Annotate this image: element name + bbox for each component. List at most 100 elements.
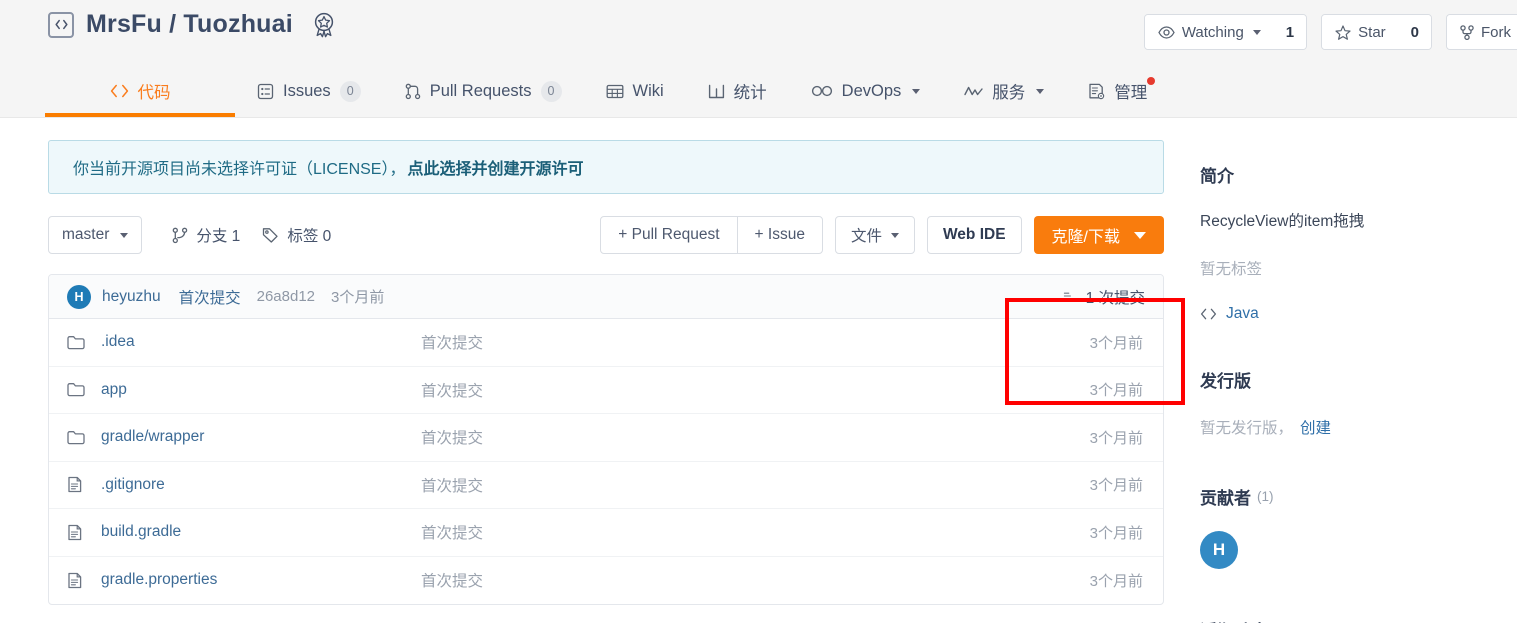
repo-toolbar-actions: + Pull Request + Issue 文件 Web IDE 克隆/下载 [600,216,1164,254]
repo-nav-tabs: 代码 Issues 0 Pull Requests 0 Wiki 统计 DevO… [45,65,1169,117]
tab-devops[interactable]: DevOps [789,65,943,117]
tab-issues-label: Issues [283,81,331,100]
table-row[interactable]: gradle.properties 首次提交 3个月前 [49,557,1163,605]
repo-meta-links: 分支 1 标签 0 [172,224,331,246]
table-row[interactable]: .idea 首次提交 3个月前 [49,319,1163,367]
file-commit-message: 首次提交 [421,573,484,591]
tab-statistics[interactable]: 统计 [686,65,789,117]
about-section-title: 简介 [1200,167,1234,186]
tags-link[interactable]: 标签 0 [262,224,331,246]
code-brackets-icon [48,11,74,38]
file-commit-message: 首次提交 [421,477,484,495]
commit-history-icon [1060,288,1077,305]
table-row[interactable]: build.gradle 首次提交 3个月前 [49,509,1163,557]
branch-selector[interactable]: master [48,216,143,254]
tab-services[interactable]: 服务 [942,65,1066,117]
file-icon [67,524,87,541]
file-commit-time: 3个月前 [1089,572,1143,590]
file-commit-message: 首次提交 [421,430,484,448]
wiki-icon [606,84,624,99]
star-label: Star [1358,23,1386,41]
tab-pull-requests[interactable]: Pull Requests 0 [383,65,584,117]
eye-icon [1158,25,1175,39]
notification-dot-icon [1147,77,1156,85]
contributors-section-header: 贡献者 (1) 全部 [1200,484,1517,509]
repo-title-row: MrsFu / Tuozhuai [48,10,337,39]
header-actions: Watching 1 Star 0 Fork [1143,14,1517,50]
web-ide-button[interactable]: Web IDE [926,216,1022,254]
no-tags-text: 暂无标签 [1200,261,1263,278]
table-row[interactable]: gradle/wrapper 首次提交 3个月前 [49,414,1163,462]
watch-label: Watching [1181,23,1244,41]
chevron-down-icon [912,88,921,94]
branches-link[interactable]: 分支 1 [172,224,240,246]
fork-button[interactable]: Fork [1447,15,1517,49]
page-title[interactable]: MrsFu / Tuozhuai [86,10,293,39]
avatar[interactable]: H [1200,531,1238,569]
commit-message-link[interactable]: 首次提交 [179,286,241,308]
clone-download-button[interactable]: 克隆/下载 [1033,216,1164,254]
branch-selector-label: master [62,226,110,243]
tab-code[interactable]: 代码 [45,65,235,117]
file-commit-time: 3个月前 [1089,524,1143,542]
new-pull-request-button[interactable]: + Pull Request [601,217,736,253]
commit-sha[interactable]: 26a8d12 [257,288,315,305]
commit-time: 3个月前 [331,289,385,306]
chevron-down-icon [120,232,129,238]
chart-icon [708,84,725,99]
award-badge-icon [311,11,337,39]
repo-toolbar: master 分支 1 标签 0 + Pull Request + Issue … [48,216,1164,254]
create-button-group: + Pull Request + Issue [600,216,823,254]
table-row[interactable]: .gitignore 首次提交 3个月前 [49,462,1163,509]
file-name-link[interactable]: .gitignore [101,476,421,494]
commit-author-link[interactable]: heyuzhu [102,288,161,306]
file-commit-time: 3个月前 [1089,429,1143,447]
star-button-group: Star 0 [1321,14,1432,50]
latest-commit-bar: H heyuzhu 首次提交 26a8d12 3个月前 1 次提交 [49,275,1163,319]
contributors-list: H [1200,531,1517,569]
create-release-link[interactable]: 创建 [1300,416,1331,438]
file-commit-time: 3个月前 [1089,477,1143,495]
code-icon [110,84,129,98]
tab-code-label: 代码 [137,84,171,102]
file-name-link[interactable]: app [101,381,421,399]
about-description: RecycleView的item拖拽 [1200,213,1365,230]
file-icon [67,572,87,589]
commit-count-label: 1 次提交 [1085,289,1145,307]
new-issue-button[interactable]: + Issue [736,217,822,253]
chevron-down-icon [1134,231,1146,239]
table-row[interactable]: app 首次提交 3个月前 [49,367,1163,414]
file-icon [67,476,87,493]
license-notice-banner: 你当前开源项目尚未选择许可证（LICENSE）， 点此选择并创建开源许可 [48,140,1164,194]
chevron-down-icon [1252,29,1261,35]
tags-label: 标签 0 [287,228,332,245]
tab-wiki[interactable]: Wiki [584,65,686,117]
file-commit-time: 3个月前 [1089,334,1143,352]
branch-icon [172,227,188,244]
file-name-link[interactable]: gradle.properties [101,571,421,589]
file-name-link[interactable]: gradle/wrapper [101,428,421,446]
commit-count-link[interactable]: 1 次提交 [1060,286,1145,308]
tab-issues[interactable]: Issues 0 [235,65,383,117]
star-button[interactable]: Star [1322,15,1399,49]
license-create-link[interactable]: 点此选择并创建开源许可 [407,155,583,179]
chevron-down-icon [1036,88,1045,94]
files-dropdown-button[interactable]: 文件 [834,216,915,254]
issue-icon [257,83,274,100]
file-name-link[interactable]: .idea [101,333,421,351]
repo-header: MrsFu / Tuozhuai Watching 1 Star 0 Fork … [0,0,1517,118]
tab-manage[interactable]: 管理 [1066,65,1169,117]
folder-icon [67,382,87,397]
watch-button[interactable]: Watching [1144,15,1274,49]
file-name-link[interactable]: build.gradle [101,523,421,541]
file-commit-time: 3个月前 [1089,382,1143,400]
infinity-icon [811,85,833,97]
contributors-section-title: 贡献者 [1200,489,1251,508]
license-notice-text: 你当前开源项目尚未选择许可证（LICENSE）， [73,161,406,178]
primary-language[interactable]: Java [1200,305,1517,323]
releases-empty-state: 暂无发行版， 创建 [1200,416,1517,438]
files-dropdown-label: 文件 [850,228,882,245]
tab-statistics-label: 统计 [733,84,767,102]
watch-button-group: Watching 1 [1143,14,1308,50]
tab-services-label: 服务 [992,84,1026,102]
